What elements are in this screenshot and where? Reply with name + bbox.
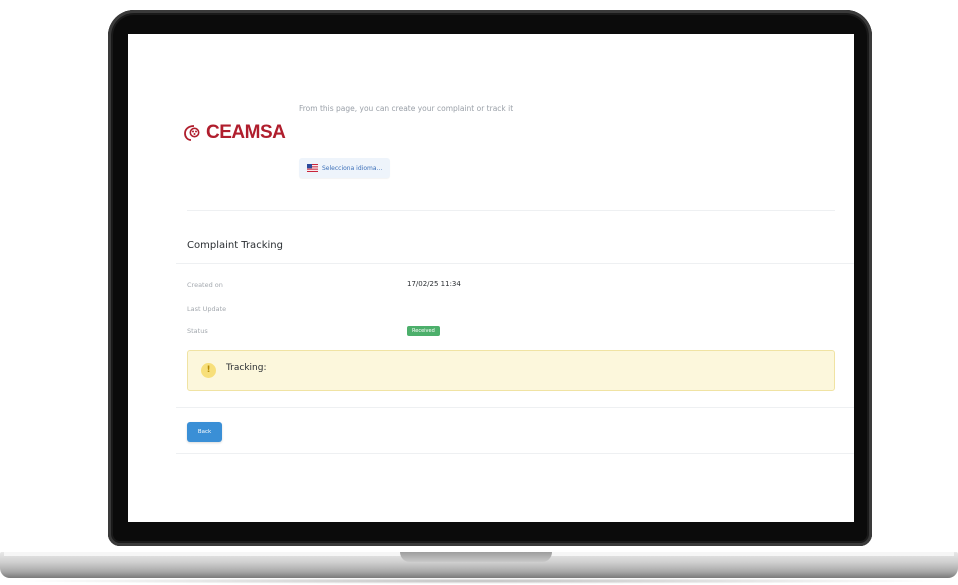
brand-logo: CEAMSA [184, 122, 286, 144]
back-button[interactable]: Back [187, 422, 222, 442]
tracking-notice: ! Tracking: [187, 350, 835, 391]
language-select-button[interactable]: Selecciona idioma... [299, 158, 391, 178]
notice-divider [176, 407, 854, 408]
title-divider [176, 263, 854, 264]
created-on-label: Created on [187, 281, 223, 289]
laptop-screen: CEAMSA From this page, you can create yo… [128, 34, 854, 522]
header-divider [187, 210, 835, 211]
laptop-shadow [10, 578, 948, 584]
footer-divider [176, 453, 854, 454]
laptop-notch [400, 552, 552, 562]
brand-name: CEAMSA [206, 122, 286, 143]
status-label: Status [187, 327, 208, 335]
created-on-value: 17/02/25 11:34 [407, 280, 461, 288]
last-update-label: Last Update [187, 305, 227, 313]
status-badge: Received [407, 326, 440, 336]
us-flag-icon [307, 164, 318, 172]
laptop-lid: CEAMSA From this page, you can create yo… [108, 10, 872, 546]
warning-icon: ! [201, 363, 216, 378]
page-title: Complaint Tracking [187, 240, 283, 251]
tracking-notice-label: Tracking: [226, 363, 267, 373]
stage: CEAMSA From this page, you can create yo… [0, 0, 958, 585]
intro-text: From this page, you can create your comp… [299, 104, 514, 113]
language-select-label: Selecciona idioma... [322, 164, 383, 172]
brand-logo-icon [184, 125, 200, 141]
